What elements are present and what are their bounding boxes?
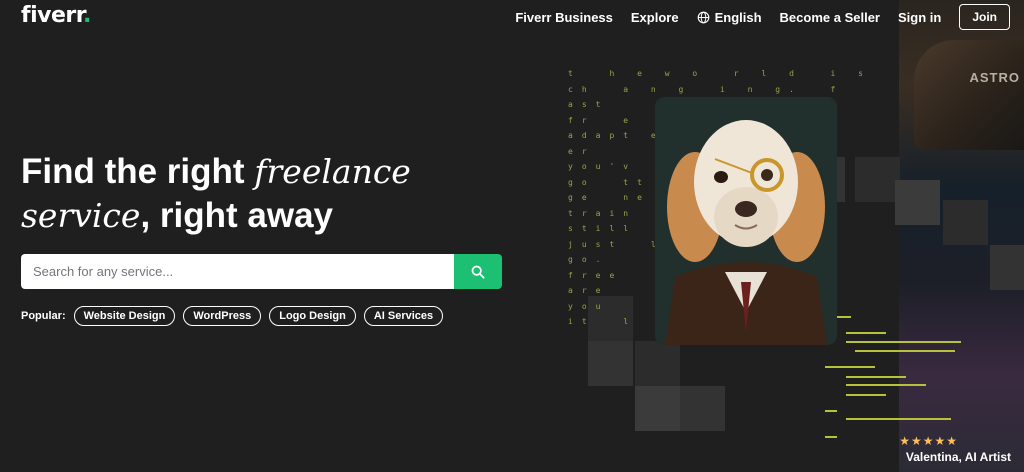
artist-credit: Valentina, AI Artist (905, 450, 1011, 464)
logo-text: fiverr (21, 3, 83, 28)
code-line (837, 316, 851, 318)
popular-label: Popular: (21, 310, 66, 322)
code-line (825, 436, 837, 438)
tower-shape (914, 40, 1024, 150)
nav-explore[interactable]: Explore (631, 10, 679, 25)
mosaic-tile (635, 386, 680, 431)
popular-chip-wordpress[interactable]: WordPress (183, 306, 262, 326)
top-header: fiverr. Fiverr Business Explore English … (0, 0, 1024, 34)
code-line (846, 418, 951, 420)
headline-part2: , right away (140, 196, 334, 235)
top-nav: Fiverr Business Explore English Become a… (515, 0, 1024, 34)
headline-italic-service: service (21, 196, 141, 235)
rating-stars: ★★★★★ (899, 434, 958, 448)
join-button[interactable]: Join (959, 4, 1010, 30)
popular-chip-logo-design[interactable]: Logo Design (269, 306, 356, 326)
nav-become-seller[interactable]: Become a Seller (780, 10, 880, 25)
mosaic-tile (990, 245, 1024, 290)
code-line (855, 350, 955, 352)
hero-artwork: ASTRO t h e w o r l d i s ch a n g i n g… (560, 0, 1024, 472)
popular-chip-website-design[interactable]: Website Design (73, 306, 176, 326)
mosaic-tile (895, 180, 940, 225)
nav-sign-in[interactable]: Sign in (898, 10, 941, 25)
code-line (846, 341, 961, 343)
mosaic-tile (680, 386, 725, 431)
language-label: English (714, 9, 762, 25)
code-line (846, 394, 886, 396)
code-line (846, 376, 906, 378)
globe-icon (697, 11, 709, 23)
search-bar (21, 254, 502, 289)
headline-part1: Find the right (21, 152, 255, 191)
astro-sign: ASTRO (969, 70, 1020, 85)
headline-italic-freelance: freelance (254, 152, 411, 191)
mosaic-tile (588, 341, 633, 386)
nav-fiverr-business[interactable]: Fiverr Business (515, 10, 613, 25)
dog-illustration (655, 97, 837, 345)
search-icon (471, 265, 485, 279)
popular-chip-ai-services[interactable]: AI Services (363, 306, 444, 326)
search-button[interactable] (454, 254, 502, 289)
code-line (846, 384, 926, 386)
mosaic-tile (635, 341, 680, 386)
code-line (825, 410, 837, 412)
popular-searches: Popular: Website Design WordPress Logo D… (21, 306, 451, 326)
fiverr-logo[interactable]: fiverr. (21, 3, 91, 28)
nav-language[interactable]: English (697, 10, 762, 25)
dog-portrait-image (655, 97, 837, 345)
mosaic-tile (943, 200, 988, 245)
hero-headline: Find the right freelance service, right a… (21, 150, 481, 238)
logo-dot: . (82, 3, 91, 28)
code-line (846, 332, 886, 334)
code-line (825, 366, 875, 368)
search-input[interactable] (21, 254, 454, 289)
